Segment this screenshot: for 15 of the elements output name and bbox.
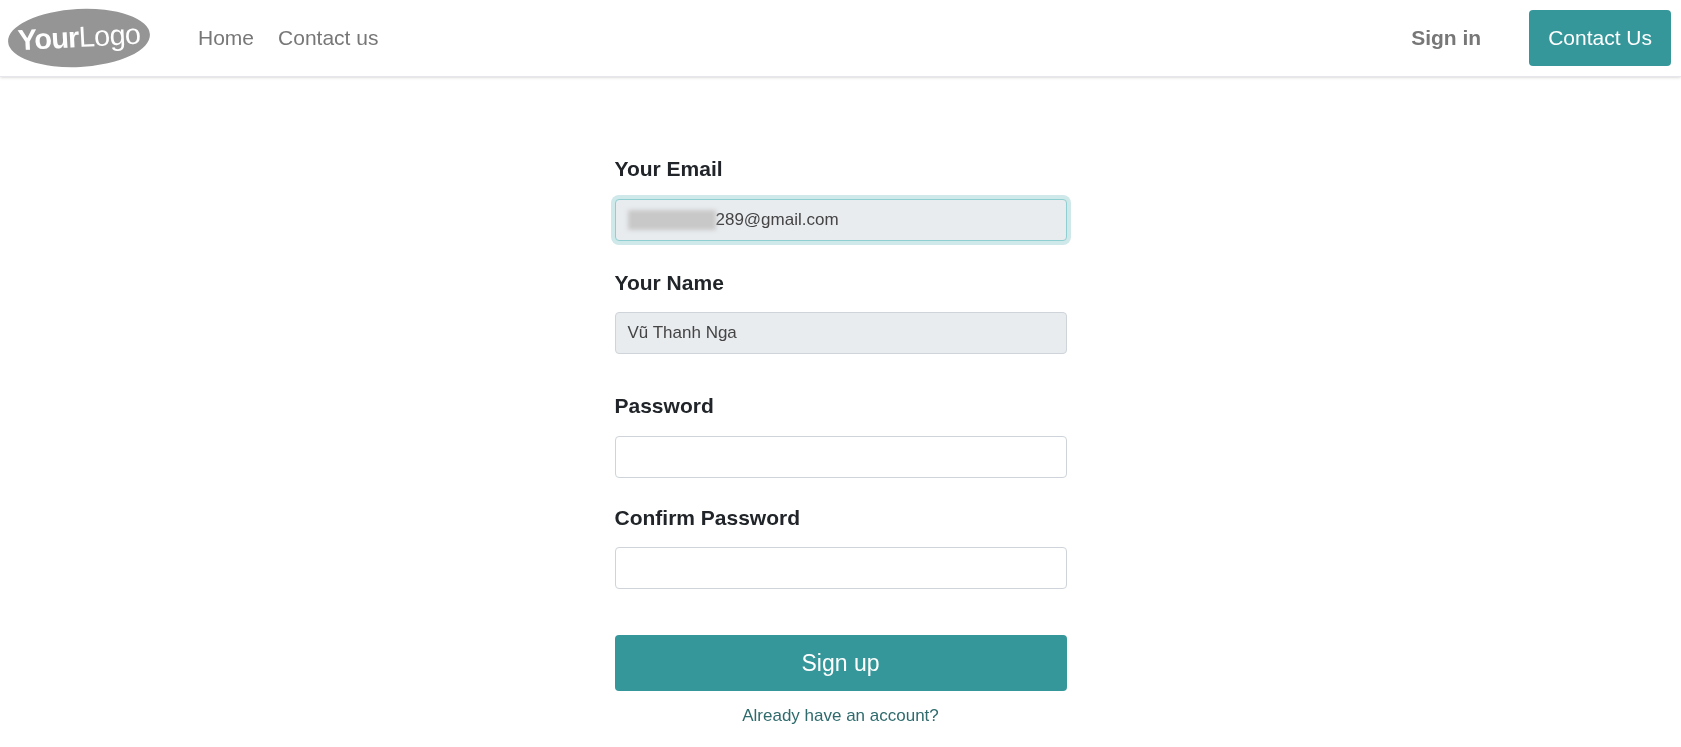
nav-link[interactable]: Contact us: [278, 22, 379, 54]
input-field[interactable]: Vũ Thanh Nga: [614, 312, 1067, 354]
field-label: Your Name: [614, 269, 725, 296]
sign-up-button[interactable]: Sign up: [614, 635, 1067, 691]
field-label: Password: [614, 393, 715, 419]
input-field[interactable]: [614, 547, 1067, 589]
field-label: Confirm Password: [614, 504, 802, 531]
nav-link[interactable]: Home: [198, 22, 255, 54]
sign-in-link[interactable]: Sign in: [1411, 22, 1482, 54]
input-field[interactable]: [614, 435, 1067, 478]
field-label: Your Email: [614, 156, 724, 182]
field-value: Vũ Thanh Nga: [627, 322, 737, 345]
field-value: 289@gmail.com: [715, 208, 839, 231]
sign-in-link[interactable]: Already have an account?: [742, 703, 939, 729]
contact-us-button[interactable]: Contact Us: [1529, 10, 1671, 66]
